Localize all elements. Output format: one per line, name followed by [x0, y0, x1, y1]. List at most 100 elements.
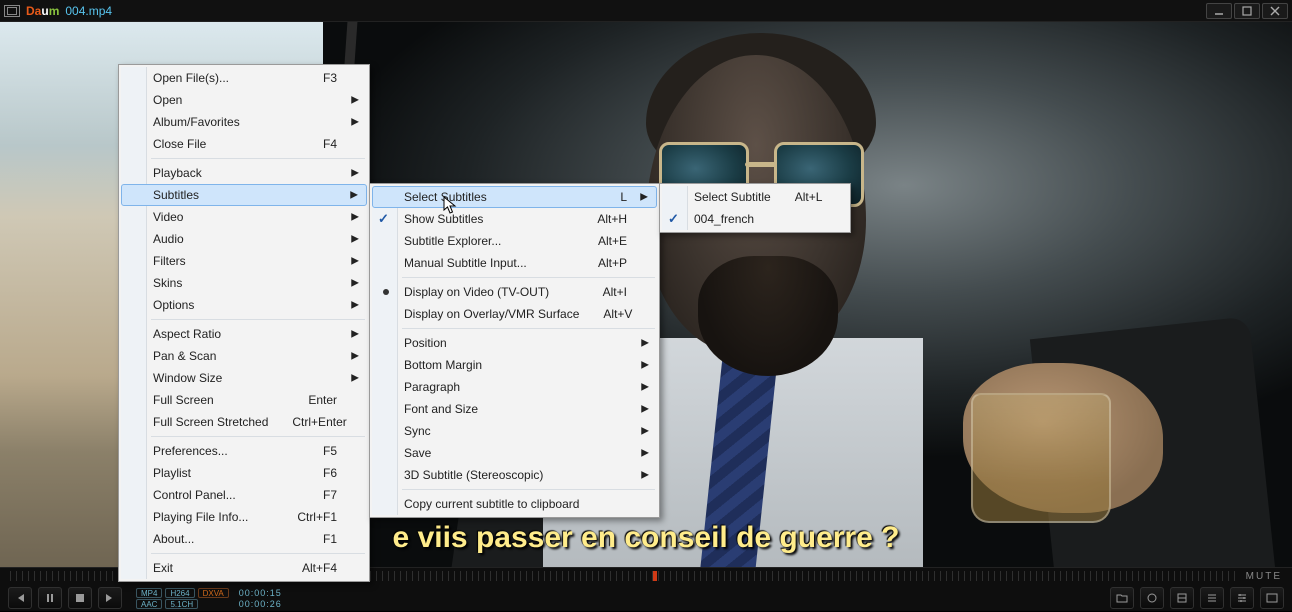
menu-item-label: Playlist	[153, 466, 299, 480]
control-panel-button[interactable]	[1170, 587, 1194, 609]
menu-item-preferences[interactable]: Preferences...F5	[121, 440, 367, 462]
menu-item-copy-current-subtitle-to-clipboard[interactable]: Copy current subtitle to clipboard	[372, 493, 657, 515]
open-button[interactable]	[1110, 587, 1134, 609]
menu-item-subtitle-explorer[interactable]: Subtitle Explorer...Alt+E	[372, 230, 657, 252]
menu-item-display-on-video-tv-out[interactable]: Display on Video (TV-OUT) Alt+I	[372, 281, 657, 303]
submenu-arrow-icon: ▶	[351, 212, 359, 223]
menu-item-label: 3D Subtitle (Stereoscopic)	[404, 468, 627, 482]
menu-item-save[interactable]: Save▶	[372, 442, 657, 464]
menu-item-label: Playback	[153, 166, 337, 180]
menu-item-shortcut: F5	[323, 444, 337, 458]
menu-item-skins[interactable]: Skins▶	[121, 272, 367, 294]
menu-item-about[interactable]: About...F1	[121, 528, 367, 550]
menu-item-select-subtitle[interactable]: Select SubtitleAlt+L	[662, 186, 848, 208]
menu-item-label: Full Screen	[153, 393, 284, 407]
menu-item-font-and-size[interactable]: Font and Size▶	[372, 398, 657, 420]
menu-item-paragraph[interactable]: Paragraph▶	[372, 376, 657, 398]
menu-item-full-screen-stretched[interactable]: Full Screen StretchedCtrl+Enter	[121, 411, 367, 433]
menu-item-shortcut: Alt+P	[598, 256, 627, 270]
menu-separator	[151, 319, 365, 320]
context-menu-subtitles[interactable]: Select SubtitlesL▶✓Show SubtitlesAlt+HSu…	[369, 183, 660, 518]
prev-button[interactable]	[8, 587, 32, 609]
submenu-arrow-icon: ▶	[351, 168, 359, 179]
next-button[interactable]	[98, 587, 122, 609]
menu-item-shortcut: F7	[323, 488, 337, 502]
menu-item-shortcut: Alt+V	[603, 307, 632, 321]
menu-item-shortcut: F3	[323, 71, 337, 85]
submenu-arrow-icon: ▶	[351, 117, 359, 128]
menu-item-manual-subtitle-input[interactable]: Manual Subtitle Input...Alt+P	[372, 252, 657, 274]
fullscreen-button[interactable]	[1260, 587, 1284, 609]
menu-item-options[interactable]: Options▶	[121, 294, 367, 316]
menu-item-aspect-ratio[interactable]: Aspect Ratio▶	[121, 323, 367, 345]
context-menu-main[interactable]: Open File(s)... F3 Open▶Album/Favorites▶Cl…	[118, 64, 370, 582]
menu-item-label: Options	[153, 298, 337, 312]
menu-item-playing-file-info[interactable]: Playing File Info...Ctrl+F1	[121, 506, 367, 528]
menu-item-exit[interactable]: ExitAlt+F4	[121, 557, 367, 579]
logo-part: m	[49, 4, 60, 18]
close-button[interactable]	[1262, 3, 1288, 19]
menu-item-label: Sync	[404, 424, 627, 438]
menu-item-label: Select Subtitles	[404, 190, 596, 204]
menu-item-audio[interactable]: Audio▶	[121, 228, 367, 250]
menu-item-position[interactable]: Position▶	[372, 332, 657, 354]
mute-indicator[interactable]: MUTE	[1246, 571, 1282, 582]
check-icon: ✓	[378, 211, 389, 227]
menu-item-open-file-s[interactable]: Open File(s)... F3	[121, 67, 367, 89]
menu-item-show-subtitles[interactable]: ✓Show SubtitlesAlt+H	[372, 208, 657, 230]
submenu-arrow-icon: ▶	[351, 351, 359, 362]
menu-item-window-size[interactable]: Window Size▶	[121, 367, 367, 389]
menu-item-subtitles[interactable]: Subtitles▶	[121, 184, 367, 206]
menu-item-3d-subtitle-stereoscopic[interactable]: 3D Subtitle (Stereoscopic)▶	[372, 464, 657, 486]
menu-item-control-panel[interactable]: Control Panel...F7	[121, 484, 367, 506]
menu-item-shortcut: Alt+I	[603, 285, 627, 299]
menu-separator	[151, 436, 365, 437]
menu-item-shortcut: F4	[323, 137, 337, 151]
menu-item-full-screen[interactable]: Full Screen Enter	[121, 389, 367, 411]
badge-channels: 5.1CH	[165, 599, 198, 609]
menu-item-display-on-overlay-vmr-surface[interactable]: Display on Overlay/VMR Surface Alt+V	[372, 303, 657, 325]
menu-item-close-file[interactable]: Close FileF4	[121, 133, 367, 155]
menu-item-label: Display on Overlay/VMR Surface	[404, 307, 579, 321]
menu-item-filters[interactable]: Filters▶	[121, 250, 367, 272]
menu-item-label: Audio	[153, 232, 337, 246]
menu-item-004-french[interactable]: ✓004_french	[662, 208, 848, 230]
play-pause-button[interactable]	[38, 587, 62, 609]
scene-beard	[698, 256, 838, 376]
submenu-arrow-icon: ▶	[350, 190, 358, 201]
menu-item-label: Window Size	[153, 371, 337, 385]
badge-container: MP4	[136, 588, 162, 598]
minimize-button[interactable]	[1206, 3, 1232, 19]
menu-item-label: Aspect Ratio	[153, 327, 337, 341]
bullet-icon	[383, 289, 389, 295]
menu-item-sync[interactable]: Sync▶	[372, 420, 657, 442]
menu-item-playlist[interactable]: PlaylistF6	[121, 462, 367, 484]
menu-item-shortcut: Enter	[308, 393, 337, 407]
menu-item-open[interactable]: Open▶	[121, 89, 367, 111]
menu-item-label: Open File(s)...	[153, 71, 299, 85]
context-menu-select-subtitle[interactable]: Select SubtitleAlt+L✓004_french	[659, 183, 851, 233]
menu-item-label: Select Subtitle	[694, 190, 771, 204]
menu-item-label: Bottom Margin	[404, 358, 627, 372]
playlist-button[interactable]	[1200, 587, 1224, 609]
menu-item-label: Playing File Info...	[153, 510, 273, 524]
menu-item-bottom-margin[interactable]: Bottom Margin▶	[372, 354, 657, 376]
menu-item-album-favorites[interactable]: Album/Favorites▶	[121, 111, 367, 133]
menu-item-pan-scan[interactable]: Pan & Scan ▶	[121, 345, 367, 367]
submenu-arrow-icon: ▶	[351, 256, 359, 267]
badge-vcodec: H264	[165, 588, 194, 598]
stop-button[interactable]	[68, 587, 92, 609]
submenu-arrow-icon: ▶	[641, 382, 649, 393]
menu-separator	[402, 277, 655, 278]
logo-part: Da	[26, 4, 41, 18]
maximize-button[interactable]	[1234, 3, 1260, 19]
menu-item-video[interactable]: Video▶	[121, 206, 367, 228]
settings-button[interactable]	[1230, 587, 1254, 609]
scene-glass	[971, 393, 1111, 523]
menu-item-select-subtitles[interactable]: Select SubtitlesL▶	[372, 186, 657, 208]
menu-item-label: Pan & Scan	[153, 349, 337, 363]
menu-item-label: Display on Video (TV-OUT)	[404, 285, 579, 299]
favorites-button[interactable]	[1140, 587, 1164, 609]
system-menu-icon[interactable]	[4, 5, 20, 17]
menu-item-playback[interactable]: Playback ▶	[121, 162, 367, 184]
